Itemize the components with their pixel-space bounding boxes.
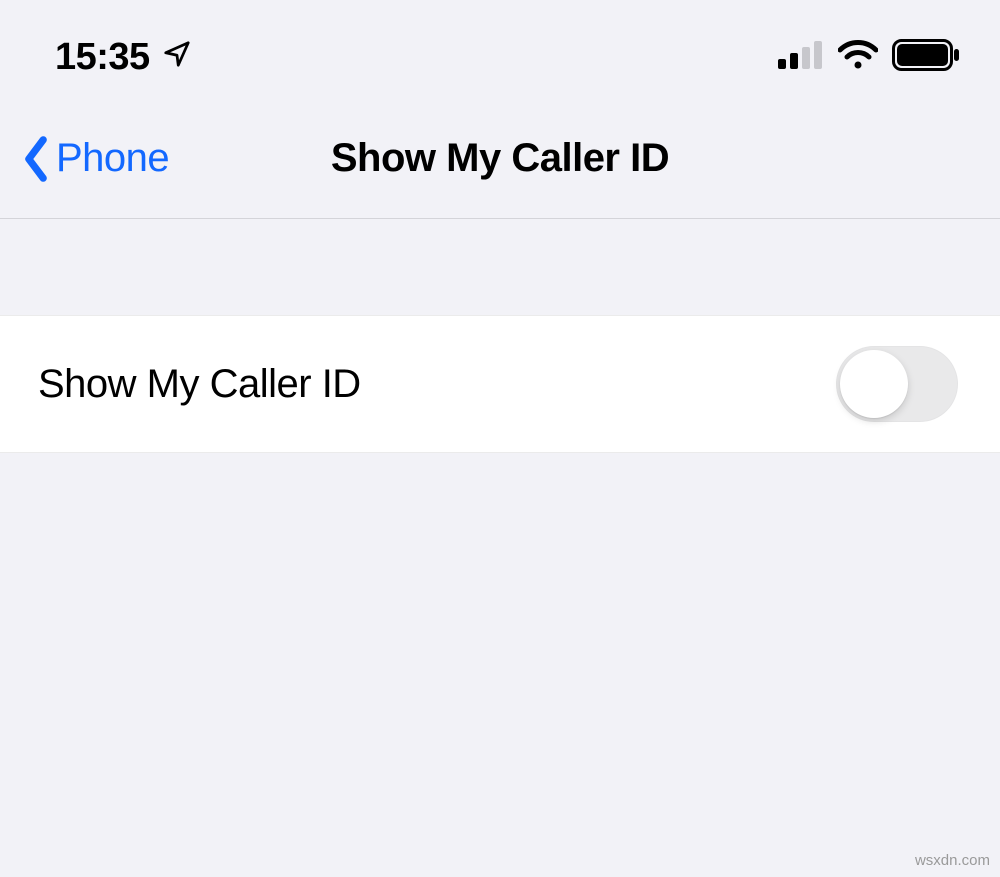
caller-id-toggle[interactable]: [836, 346, 958, 422]
nav-bar: Phone Show My Caller ID: [0, 99, 1000, 219]
wifi-icon: [838, 40, 878, 75]
back-button[interactable]: Phone: [20, 135, 169, 183]
caller-id-row: Show My Caller ID: [0, 316, 1000, 452]
status-bar: 15:35: [0, 0, 1000, 99]
watermark: wsxdn.com: [915, 852, 990, 869]
status-left: 15:35: [55, 36, 192, 79]
caller-id-label: Show My Caller ID: [38, 362, 361, 407]
toggle-knob: [840, 350, 908, 418]
back-label: Phone: [56, 136, 169, 181]
content: Show My Caller ID: [0, 219, 1000, 453]
battery-icon: [892, 39, 960, 76]
chevron-left-icon: [20, 135, 52, 183]
cellular-signal-icon: [778, 41, 824, 74]
status-right: [778, 39, 960, 76]
settings-list: Show My Caller ID: [0, 315, 1000, 453]
status-time: 15:35: [55, 36, 150, 79]
location-arrow-icon: [162, 36, 192, 79]
